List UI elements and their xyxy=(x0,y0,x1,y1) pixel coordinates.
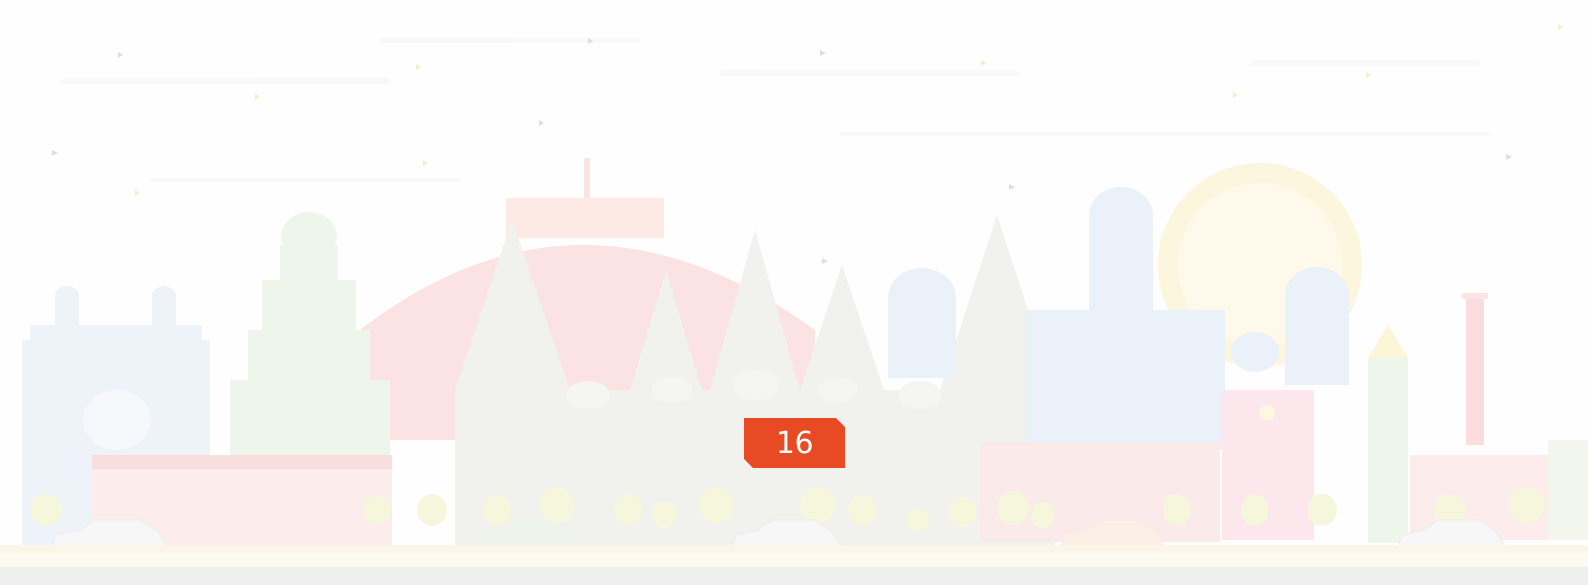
bottom-bar xyxy=(0,567,1588,585)
slide-canvas: 16 xyxy=(0,0,1588,585)
slide-number: 16 xyxy=(775,426,814,461)
slide-number-badge: 16 xyxy=(744,418,845,468)
ground-strip xyxy=(0,553,1588,567)
faded-india-city-skyline-icon xyxy=(0,24,1588,553)
